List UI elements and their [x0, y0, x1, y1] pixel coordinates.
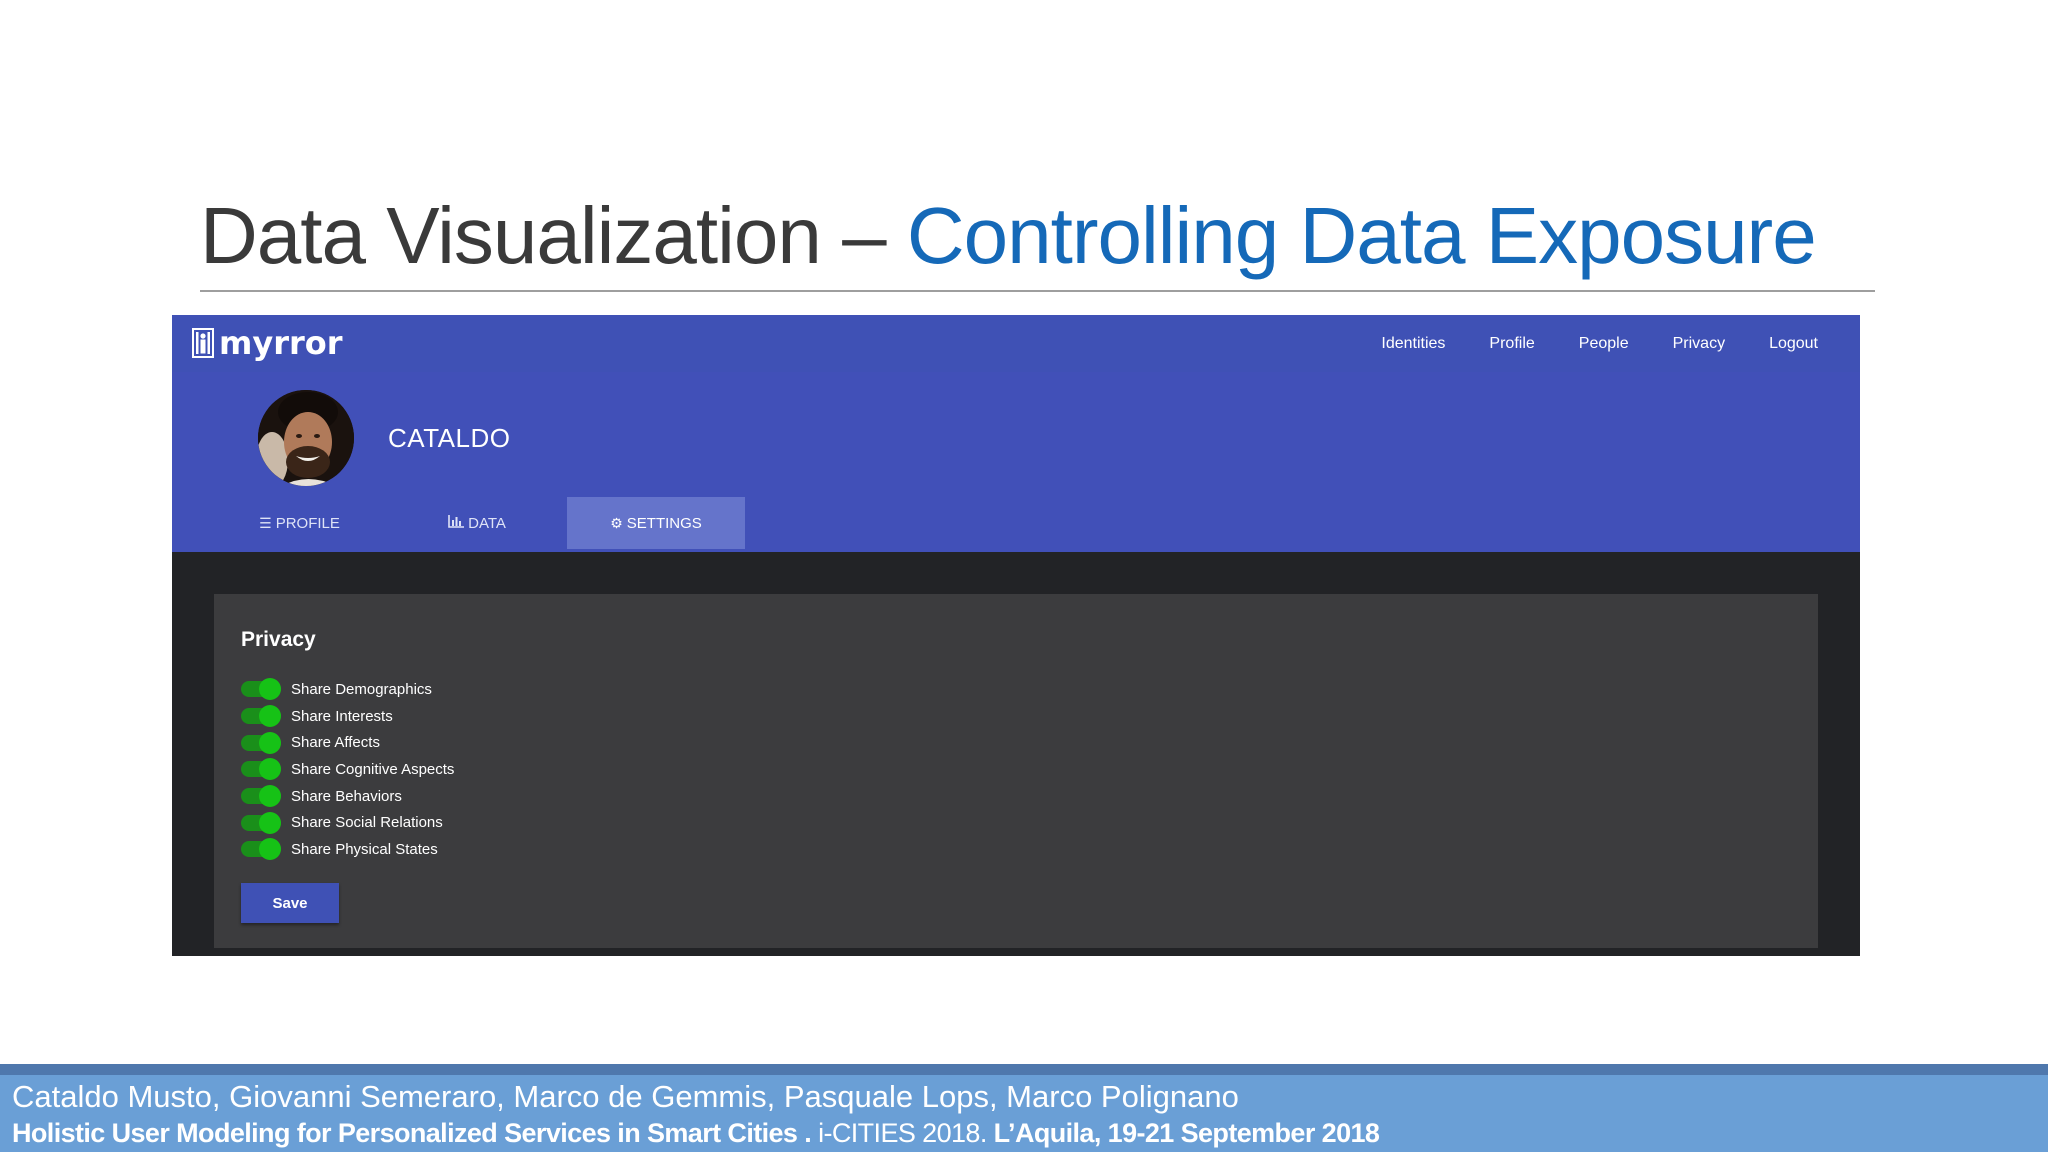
privacy-toggle-list: Share Demographics Share Interests Share…: [241, 676, 454, 863]
toggle-knob: [259, 758, 281, 781]
privacy-title: Privacy: [241, 628, 316, 651]
myrror-logo[interactable]: myrror: [192, 324, 343, 362]
profile-tabs: ☰ PROFILE DATA ⚙ SETTINGS: [212, 497, 745, 549]
nav-links: Identities Profile People Privacy Logout: [1359, 315, 1840, 372]
nav-profile[interactable]: Profile: [1467, 335, 1556, 353]
share-affects-toggle[interactable]: [241, 731, 281, 754]
save-button[interactable]: Save: [241, 883, 339, 923]
toggle-label: Share Interests: [291, 707, 393, 725]
toggle-knob: [259, 731, 281, 754]
share-physical-states-toggle[interactable]: [241, 838, 281, 861]
privacy-panel: Privacy Share Demographics Share Interes…: [214, 594, 1818, 948]
avatar: [258, 390, 354, 486]
share-interests-toggle[interactable]: [241, 705, 281, 728]
nav-people[interactable]: People: [1557, 335, 1651, 353]
toggle-row-physical: Share Physical States: [241, 836, 454, 863]
toggle-knob: [259, 838, 281, 861]
avatar-image: [258, 390, 354, 486]
toggle-label: Share Social Relations: [291, 814, 443, 832]
toggle-knob: [259, 705, 281, 728]
toggle-row-affects: Share Affects: [241, 729, 454, 756]
toggle-row-interests: Share Interests: [241, 703, 454, 730]
nav-identities[interactable]: Identities: [1359, 335, 1467, 353]
toggle-row-social: Share Social Relations: [241, 809, 454, 836]
slide-footer: Cataldo Musto, Giovanni Semeraro, Marco …: [0, 1075, 2048, 1152]
share-social-relations-toggle[interactable]: [241, 811, 281, 834]
bar-chart-icon: [448, 515, 465, 531]
title-divider: [200, 290, 1875, 292]
app-screenshot: myrror Identities Profile People Privacy…: [172, 315, 1860, 956]
logo-mark-icon: [192, 328, 214, 358]
toggle-row-behaviors: Share Behaviors: [241, 783, 454, 810]
toggle-knob: [259, 785, 281, 808]
tab-data-label: DATA: [468, 514, 506, 532]
list-icon: ☰: [259, 514, 272, 531]
toggle-knob: [259, 811, 281, 834]
footer-venue-place: L’Aquila, 19-21 September 2018: [993, 1118, 1380, 1148]
toggle-row-demographics: Share Demographics: [241, 676, 454, 703]
footer-venue-title: Holistic User Modeling for Personalized …: [12, 1118, 819, 1148]
toggle-knob: [259, 678, 281, 701]
share-behaviors-toggle[interactable]: [241, 785, 281, 808]
footer-accent-bar: [0, 1064, 2048, 1075]
user-name: CATALDO: [388, 423, 511, 453]
toggle-label: Share Demographics: [291, 680, 432, 698]
gears-icon: ⚙: [610, 514, 623, 531]
share-cognitive-aspects-toggle[interactable]: [241, 758, 281, 781]
toggle-label: Share Behaviors: [291, 787, 402, 805]
share-demographics-toggle[interactable]: [241, 678, 281, 701]
toggle-label: Share Affects: [291, 734, 380, 752]
footer-authors: Cataldo Musto, Giovanni Semeraro, Marco …: [12, 1079, 1239, 1114]
slide-title-main: Data Visualization –: [200, 191, 907, 280]
footer-venue: Holistic User Modeling for Personalized …: [12, 1118, 1380, 1149]
tab-settings-label: SETTINGS: [626, 514, 702, 532]
slide-title-accent: Controlling Data Exposure: [906, 191, 1817, 280]
toggle-row-cognitive: Share Cognitive Aspects: [241, 756, 454, 783]
toggle-label: Share Physical States: [291, 840, 438, 858]
slide-title: Data Visualization – Controlling Data Ex…: [200, 190, 1817, 282]
tab-data[interactable]: DATA: [387, 497, 567, 549]
logo-text: myrror: [219, 324, 343, 362]
footer-venue-conf: i-CITIES 2018.: [818, 1118, 994, 1148]
nav-logout[interactable]: Logout: [1747, 335, 1840, 353]
toggle-label: Share Cognitive Aspects: [291, 760, 455, 778]
nav-privacy[interactable]: Privacy: [1651, 335, 1747, 353]
tab-settings[interactable]: ⚙ SETTINGS: [567, 497, 745, 549]
tab-profile[interactable]: ☰ PROFILE: [212, 497, 387, 549]
tab-profile-label: PROFILE: [275, 514, 340, 532]
top-navbar: myrror Identities Profile People Privacy…: [172, 315, 1860, 372]
